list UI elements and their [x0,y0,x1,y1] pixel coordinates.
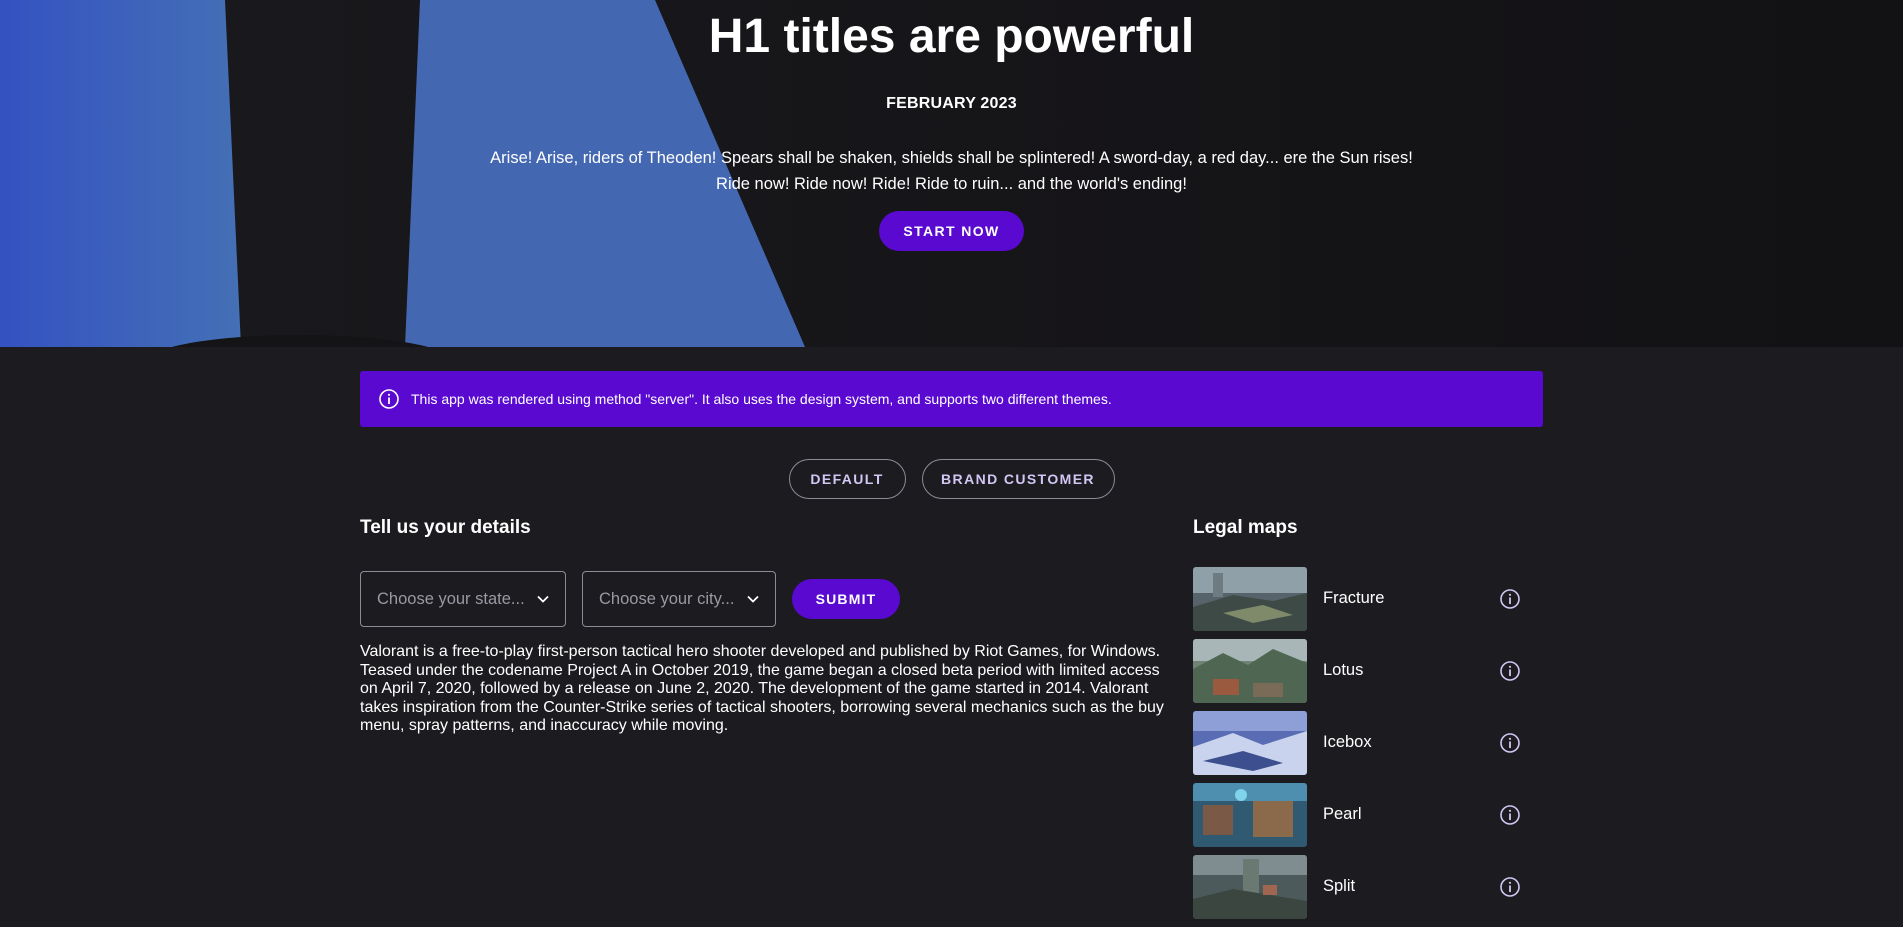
map-name: Icebox [1323,733,1372,751]
state-select[interactable]: Choose your state... [360,571,566,627]
map-thumbnail-split [1193,854,1307,919]
details-section-title: Tell us your details [360,517,531,538]
info-icon[interactable] [1499,876,1521,898]
hero-date: FEBRUARY 2023 [886,95,1017,112]
map-name: Pearl [1323,805,1362,823]
info-icon[interactable] [1499,804,1521,826]
list-item[interactable]: Fracture [1193,566,1543,631]
list-item[interactable]: Icebox [1193,710,1543,775]
info-icon[interactable] [1499,588,1521,610]
state-select-placeholder: Choose your state... [377,589,525,608]
start-now-button[interactable]: START NOW [879,211,1024,251]
chevron-down-icon [535,591,551,607]
map-thumbnail-icebox [1193,710,1307,775]
map-thumbnail-pearl [1193,782,1307,847]
page-title: H1 titles are powerful [708,10,1195,63]
info-icon[interactable] [1499,660,1521,682]
info-icon [378,388,400,410]
city-select-placeholder: Choose your city... [599,589,735,608]
map-name: Split [1323,877,1356,895]
brand-customer-theme-button[interactable]: BRAND CUSTOMER [921,459,1115,499]
map-thumbnail-lotus [1193,638,1307,703]
city-select[interactable]: Choose your city... [582,571,776,627]
default-theme-button[interactable]: DEFAULT [788,459,906,499]
list-item[interactable]: Lotus [1193,638,1543,703]
list-item[interactable]: Split [1193,854,1543,919]
maps-list: Fracture Lotus Icebox Pearl Split [1193,566,1543,926]
details-form: Choose your state... Choose your city...… [360,571,900,627]
maps-section-title: Legal maps [1193,517,1298,538]
theme-switcher: DEFAULT BRAND CUSTOMER [0,459,1903,499]
hero-text: Arise! Arise, riders of Theoden! Spears … [490,149,1413,193]
info-icon[interactable] [1499,732,1521,754]
map-thumbnail-fracture [1193,566,1307,631]
list-item[interactable]: Pearl [1193,782,1543,847]
render-notice-banner: This app was rendered using method "serv… [360,371,1543,427]
hero-banner: H1 titles are powerful FEBRUARY 2023 Ari… [0,0,1903,347]
map-name: Fracture [1323,589,1385,607]
map-name: Lotus [1323,661,1364,679]
hero-content: H1 titles are powerful FEBRUARY 2023 Ari… [0,0,1903,251]
submit-button[interactable]: SUBMIT [792,579,900,619]
notice-text: This app was rendered using method "serv… [411,391,1112,407]
chevron-down-icon [745,591,761,607]
game-description: Valorant is a free-to-play first-person … [360,643,1164,734]
